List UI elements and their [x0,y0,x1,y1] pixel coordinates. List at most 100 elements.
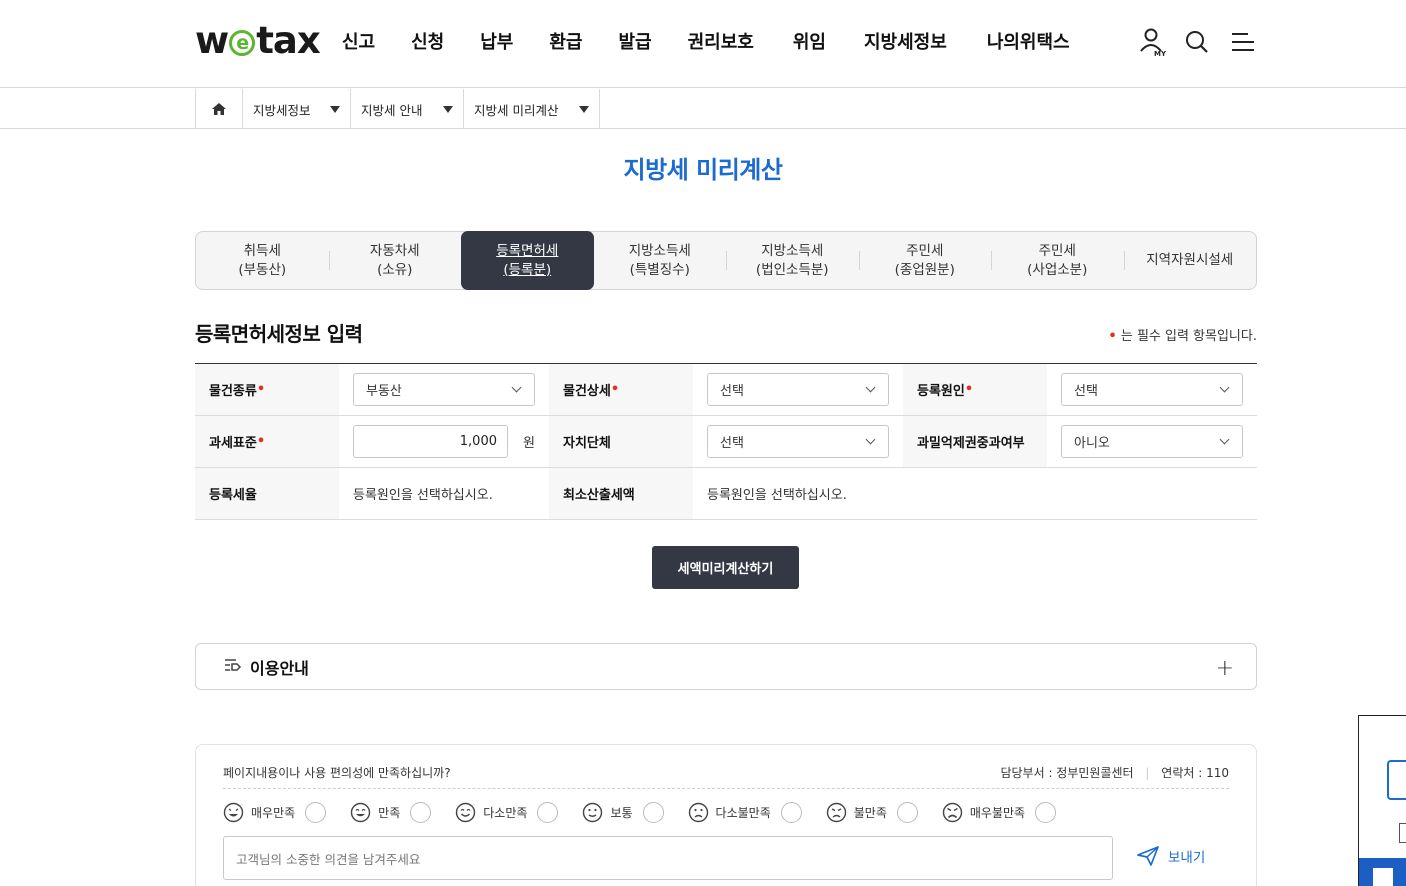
rating-very-satisfied[interactable]: 매우만족 [223,802,350,823]
breadcrumb-bar: 지방세정보 지방세 안내 지방세 미리계산 [0,89,1406,129]
survey-dept: 담당부서 : 정부민원콜센터 [1000,766,1134,780]
happy-face-icon [350,802,371,823]
survey-contact: 담당부서 : 정부민원콜센터 | 연락처 : 110 [1000,764,1229,781]
section-title: 등록면허세정보 입력 [195,322,363,346]
required-mark: • [964,382,974,397]
neutral-face-icon [583,802,603,823]
checkbox[interactable] [1399,823,1406,843]
object-type-select[interactable]: 부동산 [353,373,535,406]
rating-radio[interactable] [896,802,918,823]
rating-radio[interactable] [1035,802,1057,823]
nav-item-refund[interactable]: 환급 [549,28,582,54]
user-my-icon[interactable]: MY [1139,27,1167,58]
reg-cause-value: 선택 [1074,384,1098,399]
tab-local-income-tax-corporate[interactable]: 지방소득세 (법인소득분) [726,232,859,289]
reg-cause-select[interactable]: 선택 [1061,373,1243,406]
usage-guide-accordion[interactable]: 이용안내 + [195,643,1257,690]
object-type-value: 부동산 [366,384,402,399]
calculate-tax-button[interactable]: 세액미리계산하기 [652,546,799,589]
breadcrumb-level2-label: 지방세 안내 [361,102,423,118]
widget-footer-bar [1359,858,1406,886]
tax-rate-label-text: 등록세율 [209,488,257,503]
dense-area-cell: 아니오 [1047,416,1257,467]
hamburger-menu-icon[interactable] [1230,27,1258,57]
rating-radio[interactable] [642,802,664,823]
nav-item-rights[interactable]: 권리보호 [688,28,754,54]
tab-vehicle-tax[interactable]: 자동차세 (소유) [328,232,462,289]
rating-very-dissatisfied[interactable]: 매우불만족 [942,802,1080,823]
search-icon[interactable] [1184,27,1212,57]
tab-acquisition-tax[interactable]: 취득세 (부동산) [196,232,329,289]
required-mark: • [256,434,266,449]
object-detail-label-text: 물건상세 [563,384,611,399]
opinion-input[interactable]: 고객님의 소중한 의견을 남겨주세요 [223,836,1113,880]
nav-item-pay[interactable]: 납부 [480,28,513,54]
breadcrumb-level1[interactable]: 지방세정보 [243,89,351,129]
smile-face-icon [456,802,476,823]
tab-local-income-tax-withholding[interactable]: 지방소득세 (특별징수) [594,232,727,289]
nav-item-local-tax-info[interactable]: 지방세정보 [864,28,947,54]
caret-down-icon [443,105,453,113]
rating-label: 다소불만족 [715,806,771,820]
nav-item-delegate[interactable]: 위임 [793,28,826,54]
send-label: 보내기 [1168,850,1206,866]
paper-plane-icon [1137,846,1159,866]
tab-resident-tax-business[interactable]: 주민세 (사업소분) [991,232,1124,289]
tax-base-label: 과세표준 • [195,416,339,467]
dense-area-select[interactable]: 아니오 [1061,425,1243,458]
min-tax-label-text: 최소산출세액 [563,488,635,503]
page-title: 지방세 미리계산 [623,156,783,184]
breadcrumb-level3-label: 지방세 미리계산 [474,102,559,118]
tab-resident-tax-employee[interactable]: 주민세 (종업원분) [858,232,992,289]
breadcrumb: 지방세정보 지방세 안내 지방세 미리계산 [195,89,600,129]
rating-radio[interactable] [305,802,327,823]
nav-item-apply[interactable]: 신청 [411,28,444,54]
required-mark: • [610,382,620,397]
dense-area-value: 아니오 [1074,436,1110,451]
tab-regional-resource-facility-tax[interactable]: 지역자원시설세 [1123,232,1257,289]
wetax-logo[interactable]: w e tax [195,19,321,62]
rating-label: 보통 [610,806,633,820]
object-detail-select[interactable]: 선택 [707,373,889,406]
home-icon[interactable] [196,89,243,129]
tab-registration-license-tax[interactable]: 등록면허세 (등록분) [461,231,594,290]
local-gov-label-text: 자치단체 [563,436,611,451]
survey-phone: 연락처 : 110 [1161,766,1229,780]
rating-radio[interactable] [780,802,802,823]
widget-footer-square [1373,868,1393,886]
form-row: 등록세율 등록원인을 선택하십시오. 최소산출세액 등록원인을 선택하십시오. [195,468,1257,520]
divider: | [1145,766,1150,780]
rating-radio[interactable] [410,802,432,823]
required-mark: • [1108,329,1117,344]
angry-face-icon [942,802,963,823]
tax-base-input[interactable]: 1,000 [353,425,508,458]
required-note: • 는 필수 입력 항목입니다. [1108,325,1257,344]
rating-neutral[interactable]: 보통 [582,802,687,823]
tax-rate-value: 등록원인을 선택하십시오. [353,488,493,503]
svg-text:MY: MY [1154,50,1167,57]
rating-satisfied[interactable]: 만족 [350,802,455,823]
caret-down-icon [330,105,340,113]
expand-plus-icon[interactable]: + [1216,656,1234,681]
local-gov-select[interactable]: 선택 [707,425,889,458]
side-floating-widget[interactable] [1358,715,1406,886]
nav-item-report[interactable]: 신고 [342,28,375,54]
chevron-down-icon [1219,434,1230,445]
rating-radio[interactable] [537,802,559,823]
rating-dissatisfied[interactable]: 불만족 [826,802,942,823]
tax-rate-label: 등록세율 [195,468,339,519]
rating-somewhat-dissatisfied[interactable]: 다소불만족 [688,802,826,823]
rating-label: 매우불만족 [969,806,1026,820]
rating-label: 만족 [378,806,401,820]
breadcrumb-level3[interactable]: 지방세 미리계산 [464,89,600,129]
nav-item-my-wetax[interactable]: 나의위택스 [987,28,1070,54]
reg-cause-label: 등록원인 • [903,364,1047,415]
required-note-text: 는 필수 입력 항목입니다. [1120,329,1257,344]
min-tax-label: 최소산출세액 [549,468,693,519]
reg-cause-cell: 선택 [1047,364,1257,415]
nav-item-issue[interactable]: 발급 [619,28,652,54]
breadcrumb-level2[interactable]: 지방세 안내 [351,89,464,129]
breadcrumb-level1-label: 지방세정보 [253,102,311,118]
send-feedback-button[interactable]: 보내기 [1136,845,1205,867]
rating-somewhat-satisfied[interactable]: 다소만족 [455,802,582,823]
